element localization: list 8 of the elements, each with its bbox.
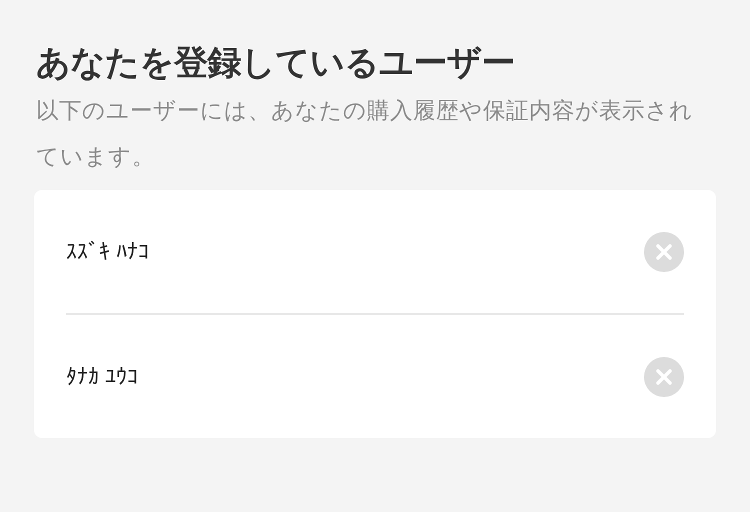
remove-button[interactable] [644,232,684,272]
description-text: 以下のユーザーには、あなたの購入履歴や保証内容が表示されています。 [36,97,694,172]
user-name: ﾀﾅｶ ﾕｳｺ [66,364,138,390]
close-icon [644,232,684,272]
remove-button[interactable] [644,356,684,396]
close-icon [644,356,684,396]
page-title: あなたを登録しているユーザー [36,42,516,85]
user-name: ｽｽﾞｷ ﾊﾅｺ [66,238,150,264]
